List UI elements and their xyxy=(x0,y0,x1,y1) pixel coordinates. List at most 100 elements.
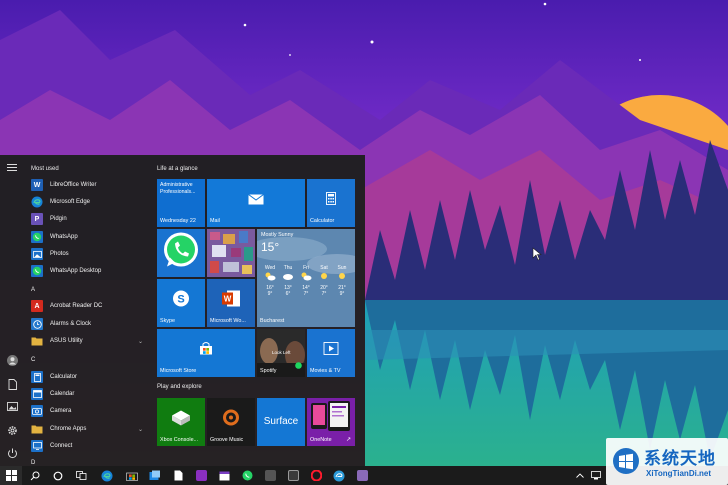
whatsapp-icon xyxy=(31,265,43,277)
task-view-button[interactable] xyxy=(70,466,92,485)
app-camera[interactable]: Camera xyxy=(31,403,149,419)
pictures-icon[interactable] xyxy=(6,402,18,414)
tile-mail-preview[interactable]: Administrative Professionals... Wednesda… xyxy=(157,179,205,227)
taskbar-onenote[interactable] xyxy=(190,466,212,485)
tile-label: Movies & TV xyxy=(310,368,341,374)
connect-icon xyxy=(31,440,43,452)
tile-label: Groove Music xyxy=(210,437,244,443)
group-letter-a[interactable]: A xyxy=(31,287,35,293)
mail-preview-line2: Professionals... xyxy=(160,189,196,195)
photo-thumbnail xyxy=(207,229,255,277)
app-list: Most used W LibreOffice Writer Microsoft… xyxy=(24,155,152,466)
tile-onenote[interactable]: OneNote ↗ xyxy=(307,398,355,446)
taskbar-opera[interactable] xyxy=(305,466,327,485)
power-icon[interactable] xyxy=(6,448,18,460)
mail-preview-day: Wednesday 22 xyxy=(160,218,196,224)
forecast-day-thu: Thu 13° 6° xyxy=(279,265,297,297)
office-icon: W xyxy=(221,289,241,312)
taskbar-edge-beta[interactable] xyxy=(328,466,350,485)
forecast-day-wed: Wed 16° 9° xyxy=(261,265,279,297)
chevron-down-icon[interactable]: ⌄ xyxy=(138,426,143,433)
tile-weather[interactable]: Mostly Sunny 15° Wed 16° 9° Thu 13° 6° F… xyxy=(257,229,355,327)
app-label: Pidgin xyxy=(50,216,67,222)
chevron-up-icon xyxy=(576,473,584,478)
app-label: Calendar xyxy=(50,391,75,397)
app-whatsapp[interactable]: WhatsApp xyxy=(31,229,149,245)
taskbar-app-3[interactable] xyxy=(351,466,373,485)
tile-label: Xbox Console... xyxy=(160,437,199,443)
groove-icon xyxy=(222,408,240,431)
app-calendar[interactable]: Calendar xyxy=(31,386,149,402)
group-letter-c[interactable]: C xyxy=(31,357,35,363)
app-microsoft-edge[interactable]: Microsoft Edge xyxy=(31,194,149,210)
settings-icon[interactable] xyxy=(6,425,18,437)
partly-sunny-icon xyxy=(297,271,315,285)
app-libreoffice-writer[interactable]: W LibreOffice Writer xyxy=(31,177,149,193)
tray-show-hidden[interactable] xyxy=(572,466,588,485)
taskbar-whatsapp[interactable] xyxy=(236,466,258,485)
spotify-caption: Look Left xyxy=(272,350,291,355)
search-button[interactable] xyxy=(24,466,46,485)
spotify-icon xyxy=(295,356,302,374)
app-photos[interactable]: Photos xyxy=(31,246,149,262)
app-pidgin[interactable]: P Pidgin xyxy=(31,211,149,227)
tile-mail[interactable]: Mail xyxy=(207,179,305,227)
mail-preview-line1: Administrative xyxy=(160,182,193,188)
tile-spotify[interactable]: Look Left Spotify xyxy=(257,329,305,377)
forecast-day-sat: Sat 20° 7° xyxy=(315,265,333,297)
app-alarms-clock[interactable]: Alarms & Clock xyxy=(31,316,149,332)
tile-calculator[interactable]: Calculator xyxy=(307,179,355,227)
app-chrome-apps[interactable]: Chrome Apps ⌄ xyxy=(31,421,149,437)
taskbar-edge[interactable] xyxy=(96,466,118,485)
tile-label: Microsoft Wo... xyxy=(210,318,246,324)
cortana-icon xyxy=(53,471,63,480)
partly-sunny-icon xyxy=(261,271,279,285)
chevron-down-icon[interactable]: ⌄ xyxy=(138,338,143,345)
whatsapp-icon xyxy=(161,231,201,276)
taskbar-app-1[interactable] xyxy=(259,466,281,485)
app-icon xyxy=(356,470,368,481)
start-rail xyxy=(0,155,24,466)
group-header-play[interactable]: Play and explore xyxy=(157,384,202,390)
tile-whatsapp[interactable] xyxy=(157,229,205,277)
tile-photos-live[interactable] xyxy=(207,229,255,277)
app-label: Chrome Apps xyxy=(50,426,87,432)
tile-movies-tv[interactable]: Movies & TV xyxy=(307,329,355,377)
film-icon xyxy=(323,341,339,360)
app-label: WhatsApp Desktop xyxy=(50,268,102,274)
acrobat-icon: A xyxy=(31,300,43,312)
user-avatar[interactable] xyxy=(6,355,18,367)
share-icon: ↗ xyxy=(345,437,351,443)
tiles-area: Life at a glance Administrative Professi… xyxy=(152,155,365,466)
tile-surface[interactable]: Surface xyxy=(257,398,305,446)
app-calculator[interactable]: Calculator xyxy=(31,369,149,385)
folder-icon xyxy=(31,335,43,347)
cortana-button[interactable] xyxy=(47,466,69,485)
store-icon xyxy=(126,472,138,481)
app-connect[interactable]: Connect xyxy=(31,438,149,454)
app-acrobat-reader[interactable]: A Acrobat Reader DC xyxy=(31,298,149,314)
files-icon xyxy=(149,470,160,480)
app-label: Acrobat Reader DC xyxy=(50,303,103,309)
app-label: WhatsApp xyxy=(50,234,78,240)
app-asus-utility[interactable]: ASUS Utility ⌄ xyxy=(31,333,149,349)
hamburger-icon[interactable] xyxy=(6,163,18,175)
start-button[interactable] xyxy=(0,466,22,485)
tile-word[interactable]: W Microsoft Wo... xyxy=(207,279,255,327)
tile-groove-music[interactable]: Groove Music xyxy=(207,398,255,446)
app-whatsapp-desktop[interactable]: WhatsApp Desktop xyxy=(31,263,149,279)
tile-xbox-console[interactable]: Xbox Console... xyxy=(157,398,205,446)
group-header-life[interactable]: Life at a glance xyxy=(157,166,198,172)
taskbar-files[interactable] xyxy=(144,466,166,485)
documents-icon[interactable] xyxy=(6,379,18,391)
taskbar-calendar[interactable] xyxy=(213,466,235,485)
taskbar-note[interactable] xyxy=(167,466,189,485)
tile-microsoft-store[interactable]: Microsoft Store xyxy=(157,329,255,377)
taskbar-store[interactable] xyxy=(121,466,143,485)
note-icon xyxy=(174,470,182,481)
taskbar-app-2[interactable] xyxy=(282,466,304,485)
edge-beta-icon xyxy=(333,470,345,481)
tile-skype[interactable]: S Skype xyxy=(157,279,205,327)
app-label: Alarms & Clock xyxy=(50,321,92,327)
tray-network[interactable] xyxy=(588,466,604,485)
